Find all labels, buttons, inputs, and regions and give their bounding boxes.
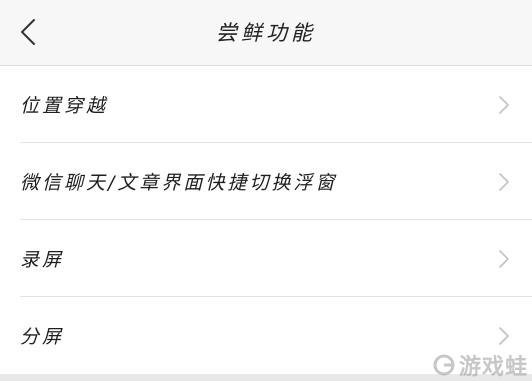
menu-item-label: 分屏 (20, 326, 65, 348)
watermark-logo-icon (433, 354, 455, 376)
menu-item-label: 位置穿越 (20, 95, 109, 117)
menu-item-wechat-float-window[interactable]: 微信聊天/文章界面快捷切换浮窗 (0, 143, 532, 220)
menu-item-label: 微信聊天/文章界面快捷切换浮窗 (20, 172, 338, 194)
feature-list: 位置穿越 微信聊天/文章界面快捷切换浮窗 录屏 分屏 (0, 66, 532, 374)
menu-item-label: 录屏 (20, 249, 65, 271)
settings-screen: 尝鲜功能 位置穿越 微信聊天/文章界面快捷切换浮窗 录屏 分屏 游戏蛙 (0, 0, 532, 381)
chevron-right-icon (499, 172, 509, 191)
menu-item-location-travel[interactable]: 位置穿越 (0, 66, 532, 143)
page-title: 尝鲜功能 (216, 21, 316, 45)
watermark-text: 游戏蛙 (458, 355, 528, 380)
navigation-bar: 尝鲜功能 (0, 0, 532, 66)
chevron-right-icon (499, 326, 509, 345)
chevron-right-icon (499, 249, 509, 268)
watermark: 游戏蛙 (432, 351, 528, 380)
menu-item-screen-recording[interactable]: 录屏 (0, 220, 532, 297)
chevron-right-icon (499, 95, 509, 114)
